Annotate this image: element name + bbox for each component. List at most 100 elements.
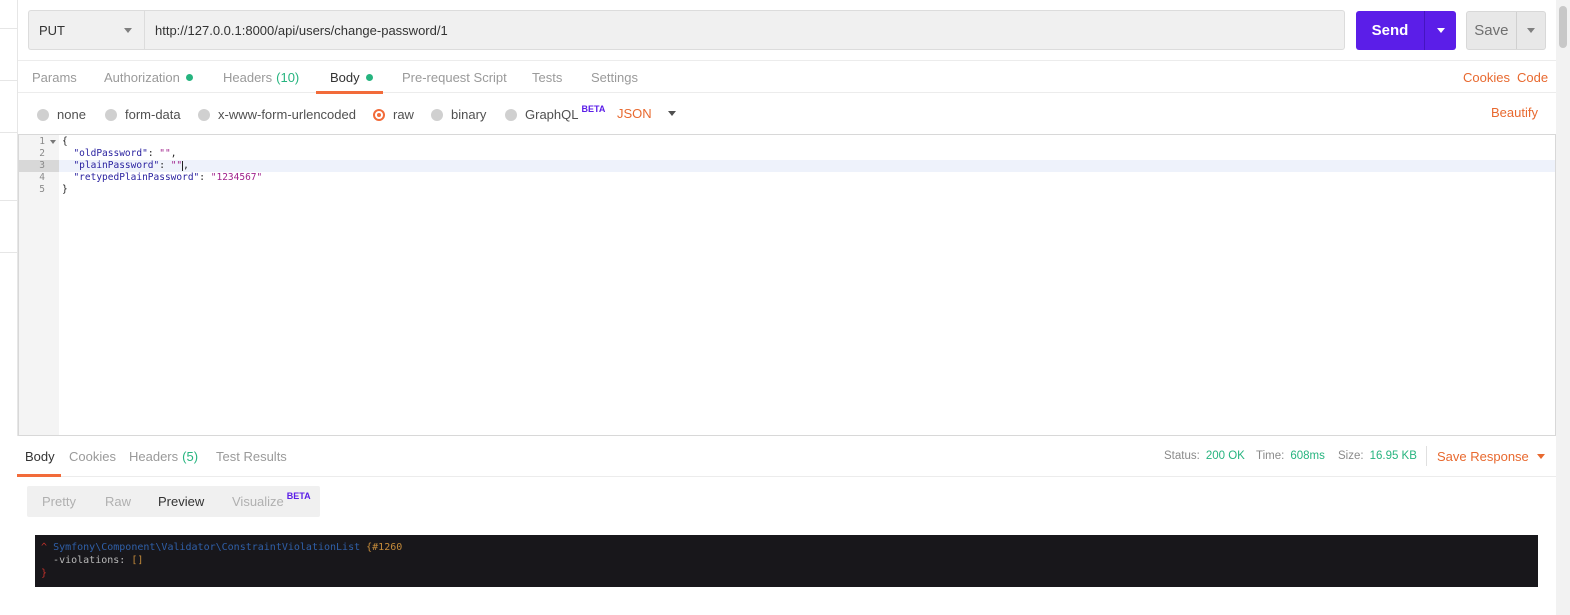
radio-graphql[interactable]: GraphQL BETA — [505, 104, 605, 122]
view-pretty[interactable]: Pretty — [42, 486, 76, 517]
view-label: Visualize — [232, 494, 284, 509]
radio-binary[interactable]: binary — [431, 107, 486, 122]
tab-body[interactable]: Body — [316, 61, 383, 94]
response-tabs: Body Cookies Headers (5) Test Results St… — [17, 436, 1556, 477]
method-label: PUT — [39, 22, 65, 38]
response-tab-body[interactable]: Body — [17, 436, 61, 477]
radio-selected-icon — [373, 108, 385, 121]
code-line: 1 { — [19, 136, 1555, 148]
scrollbar-thumb[interactable] — [1559, 6, 1567, 48]
radio-icon — [431, 108, 443, 121]
status-value[interactable]: 200 OK — [1206, 450, 1245, 462]
tab-label: Authorization — [104, 69, 180, 85]
view-label: Pretty — [42, 494, 76, 509]
response-tab-test-results[interactable]: Test Results — [216, 436, 287, 476]
tab-count: (5) — [182, 448, 199, 464]
body-type-options: none form-data x-www-form-urlencoded raw… — [18, 94, 1556, 134]
save-button-group: Save — [1466, 11, 1546, 50]
method-select[interactable]: PUT — [28, 10, 144, 50]
format-label: JSON — [617, 106, 652, 121]
chevron-down-icon — [1536, 453, 1545, 459]
line-number: 3 — [19, 160, 59, 172]
status-dot-icon — [365, 73, 373, 81]
radio-none[interactable]: none — [37, 107, 86, 122]
response-time: Time: 608ms — [1256, 436, 1325, 476]
save-button[interactable]: Save — [1467, 12, 1516, 49]
response-status: Status: 200 OK — [1164, 436, 1245, 476]
tab-pre-request-script[interactable]: Pre-request Script — [402, 61, 507, 93]
dump-property: -violations — [53, 555, 120, 566]
tab-label: Tests — [532, 69, 563, 85]
dump-caret[interactable]: ^ — [41, 542, 47, 553]
radio-label: x-www-form-urlencoded — [218, 107, 356, 122]
scrollbar[interactable] — [1556, 0, 1570, 615]
chevron-down-icon — [667, 111, 676, 116]
radio-form-data[interactable]: form-data — [105, 107, 181, 122]
time-label: Time: — [1256, 450, 1285, 462]
line-number: 1 — [19, 136, 59, 148]
radio-x-www-form-urlencoded[interactable]: x-www-form-urlencoded — [198, 107, 356, 122]
sidebar-divider — [0, 28, 18, 29]
tab-label: Settings — [591, 69, 638, 85]
code-line: 4 "retypedPlainPassword": "1234567" — [19, 172, 1555, 184]
tab-label: Test Results — [216, 448, 287, 464]
time-value[interactable]: 608ms — [1290, 450, 1325, 462]
save-response-button[interactable]: Save Response — [1437, 436, 1545, 476]
radio-icon — [505, 108, 517, 121]
dump-line: -violations: [] — [53, 555, 144, 566]
tab-count: (10) — [276, 69, 300, 85]
response-tab-headers[interactable]: Headers (5) — [129, 436, 198, 476]
response-tab-cookies[interactable]: Cookies — [69, 436, 116, 476]
tab-settings[interactable]: Settings — [591, 61, 638, 93]
status-label: Status: — [1164, 450, 1200, 462]
code-line: 2 "oldPassword": "", — [19, 148, 1555, 160]
tab-headers[interactable]: Headers (10) — [223, 61, 299, 93]
format-select[interactable]: JSON — [617, 106, 676, 121]
chevron-down-icon — [1526, 28, 1535, 33]
view-raw[interactable]: Raw — [105, 486, 131, 517]
beta-badge: BETA — [286, 490, 311, 501]
request-tabs: Params Authorization Headers (10) Body P… — [18, 60, 1556, 94]
radio-label: form-data — [125, 107, 181, 122]
request-bar: PUT http://127.0.0.1:8000/api/users/chan… — [28, 10, 1345, 50]
chevron-down-icon — [124, 28, 132, 33]
dump-class-name: Symfony\Component\Validator\ConstraintVi… — [53, 542, 361, 553]
size-value[interactable]: 16.95 KB — [1370, 450, 1417, 462]
url-input[interactable]: http://127.0.0.1:8000/api/users/change-p… — [144, 10, 1345, 50]
tab-label: Cookies — [69, 448, 116, 464]
sidebar-divider — [0, 132, 18, 133]
save-response-label: Save Response — [1437, 448, 1529, 464]
size-label: Size: — [1338, 450, 1364, 462]
code-link[interactable]: Code — [1517, 61, 1548, 93]
code-text: } — [62, 184, 68, 195]
send-options-button[interactable] — [1424, 11, 1456, 50]
radio-icon — [105, 108, 117, 121]
send-button[interactable]: Send — [1356, 11, 1424, 50]
code-line-active: 3 "plainPassword": "", — [19, 160, 1555, 172]
tab-label: Pre-request Script — [402, 69, 507, 85]
beautify-link[interactable]: Beautify — [1491, 105, 1538, 120]
dump-line: ^ Symfony\Component\Validator\Constraint… — [41, 541, 1538, 554]
dump-line: } — [41, 567, 1538, 580]
tab-label: Headers — [223, 69, 273, 85]
sidebar-divider — [0, 200, 18, 201]
tab-authorization[interactable]: Authorization — [104, 61, 193, 93]
code-line: 5 } — [19, 184, 1555, 196]
tab-label: Params — [32, 69, 77, 85]
line-number: 4 — [39, 172, 45, 183]
code-text: "plainPassword": "", — [73, 160, 189, 171]
save-options-button[interactable] — [1515, 12, 1545, 49]
view-preview[interactable]: Preview — [158, 486, 204, 517]
code-text: { — [62, 136, 68, 147]
chevron-down-icon — [1436, 28, 1445, 33]
radio-raw[interactable]: raw — [373, 107, 414, 122]
tab-params[interactable]: Params — [32, 61, 77, 93]
radio-label: binary — [451, 107, 487, 122]
view-visualize[interactable]: Visualize BETA — [232, 486, 311, 517]
cookies-link[interactable]: Cookies — [1463, 61, 1510, 93]
tab-label: Headers — [129, 448, 179, 464]
radio-label: none — [57, 107, 86, 122]
tab-tests[interactable]: Tests — [532, 61, 562, 93]
fold-arrow-icon[interactable] — [50, 140, 56, 144]
code-editor[interactable]: 1 { 2 "oldPassword": "", 3 "plainPasswor… — [18, 134, 1556, 436]
